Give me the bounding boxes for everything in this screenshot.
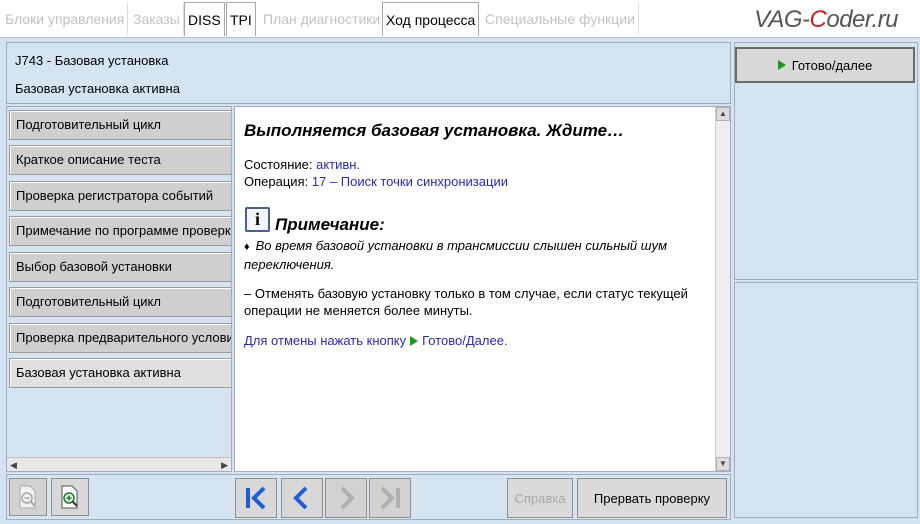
skip-first-icon — [246, 486, 266, 510]
step-item[interactable]: Выбор базовой установки — [9, 252, 231, 282]
step-item-current[interactable]: Базовая установка активна — [9, 358, 231, 388]
tab-diss[interactable]: DISS — [184, 2, 225, 36]
watermark-part3: oder.ru — [826, 6, 898, 33]
tab-special-functions[interactable]: Специальные функции — [482, 3, 639, 35]
note-paragraph: – Отменять базовую установку только в то… — [244, 286, 688, 318]
step-item[interactable]: Примечание по программе проверки — [9, 216, 231, 246]
content-vscrollbar[interactable]: ▲ ▼ — [715, 107, 730, 471]
watermark-part2: C — [809, 6, 827, 33]
content-panel: Выполняется базовая установка. Ждите… Со… — [234, 106, 731, 472]
tab-process[interactable]: Ход процесса — [382, 2, 480, 36]
note-bullet-text: Во время базовой установки в трансмиссии… — [244, 238, 667, 272]
state-row: Состояние: активн. — [244, 157, 360, 172]
step-item[interactable]: Проверка регистратора событий — [9, 181, 231, 211]
tab-control-units[interactable]: Блоки управления — [2, 3, 129, 35]
play-icon — [410, 335, 419, 346]
operation-value: 17 – Поиск точки синхронизации — [311, 174, 508, 189]
first-step-button[interactable] — [235, 478, 277, 518]
step-item[interactable]: Подготовительный цикл — [9, 110, 231, 140]
step-list: Подготовительный цикл Краткое описание т… — [6, 106, 232, 472]
zoom-out-button[interactable] — [9, 478, 47, 516]
scroll-up-icon[interactable]: ▲ — [716, 107, 730, 121]
skip-last-icon — [380, 486, 400, 510]
chevron-left-icon — [293, 486, 308, 510]
note-title: Примечание: — [275, 215, 385, 234]
header-title: J743 - Базовая установка — [15, 53, 169, 68]
state-value: активн. — [316, 157, 361, 172]
tab-tpi[interactable]: TPI — [226, 2, 256, 36]
zoom-in-icon — [61, 485, 78, 509]
header-status: Базовая установка активна — [15, 81, 180, 96]
watermark-part1: VAG- — [754, 6, 810, 33]
next-step-button[interactable] — [325, 478, 367, 518]
cancel-hint-text: Для отмены нажать кнопку — [244, 333, 407, 348]
last-step-button[interactable] — [369, 478, 411, 518]
step-list-hscrollbar[interactable]: ◀ ▶ — [7, 457, 231, 471]
cancel-hint: Для отмены нажать кнопку Готово/Далее. — [244, 333, 508, 348]
tab-bar: Блоки управления Заказы DISS TPI План ди… — [0, 0, 920, 38]
header-panel: J743 - Базовая установка Базовая установ… — [6, 42, 731, 104]
content-heading: Выполняется базовая установка. Ждите… — [244, 121, 625, 140]
tab-diagnostic-plan[interactable]: План диагностики — [260, 3, 385, 35]
zoom-in-button[interactable] — [51, 478, 89, 516]
help-button[interactable]: Справка — [507, 478, 573, 518]
previous-step-button[interactable] — [281, 478, 323, 518]
right-panel-bottom — [734, 282, 918, 518]
right-panel-top: Готово/далее — [734, 42, 918, 280]
scroll-down-icon[interactable]: ▼ — [716, 457, 730, 471]
step-item[interactable]: Проверка предварительного условия — [9, 323, 231, 353]
bottom-toolbar: Справка Прервать проверку — [6, 474, 731, 520]
done-next-button[interactable]: Готово/далее — [735, 47, 915, 83]
chevron-right-icon — [340, 486, 355, 510]
step-item[interactable]: Подготовительный цикл — [9, 287, 231, 317]
state-label: Состояние: — [244, 157, 313, 172]
bullet-icon: ♦ — [244, 241, 250, 253]
scroll-left-icon[interactable]: ◀ — [10, 460, 17, 471]
cancel-hint-target: Готово/Далее. — [422, 333, 508, 348]
step-item[interactable]: Краткое описание теста — [9, 145, 231, 175]
tab-orders[interactable]: Заказы — [130, 3, 184, 35]
scroll-right-icon[interactable]: ▶ — [221, 460, 228, 471]
note-bullet: ♦ Во время базовой установки в трансмисси… — [244, 237, 714, 273]
info-icon: i — [245, 207, 270, 232]
done-next-label: Готово/далее — [791, 57, 873, 73]
operation-label: Операция: — [244, 174, 309, 189]
operation-row: Операция: 17 – Поиск точки синхронизации — [244, 174, 508, 189]
play-icon — [777, 60, 786, 70]
abort-test-button[interactable]: Прервать проверку — [577, 478, 727, 518]
zoom-out-icon — [19, 485, 36, 509]
watermark-logo: VAG-Coder.ru — [754, 6, 898, 34]
